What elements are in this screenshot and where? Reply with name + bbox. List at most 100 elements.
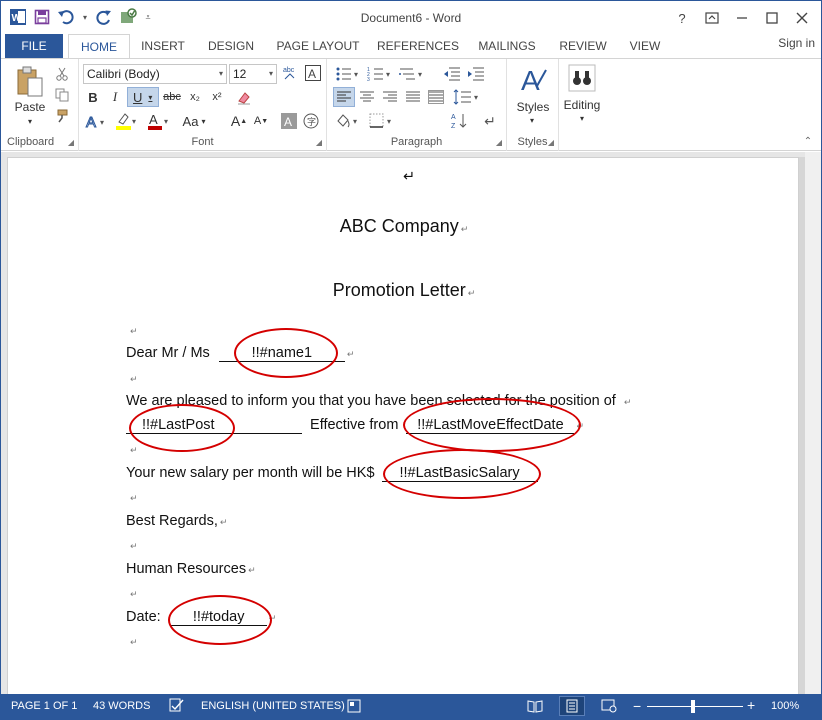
cut-icon[interactable] [53, 65, 71, 83]
company-heading[interactable]: ABC Company ↵ [8, 216, 800, 237]
superscript-button[interactable]: x² [207, 87, 227, 107]
help-button[interactable]: ? [669, 7, 695, 29]
effective-from-text: Effective from [310, 417, 399, 433]
font-name-combo[interactable]: Calibri (Body) ▾ [83, 64, 227, 84]
minimize-icon[interactable] [729, 7, 755, 29]
font-size-value: 12 [233, 67, 247, 81]
align-center-icon[interactable] [356, 87, 378, 107]
styles-launcher-icon[interactable]: ◢ [548, 138, 554, 147]
para-mark-1: ↵ [130, 326, 138, 336]
proofing-icon[interactable] [169, 698, 185, 715]
bold-button[interactable]: B [83, 87, 103, 107]
text-highlight-eraser-icon[interactable] [233, 87, 255, 107]
styles-button[interactable]: Styles [509, 99, 557, 115]
web-layout-icon[interactable] [601, 699, 617, 716]
strikethrough-button[interactable]: abc [161, 87, 183, 107]
align-right-icon[interactable] [379, 87, 401, 107]
clipboard-launcher-icon[interactable]: ◢ [68, 138, 74, 147]
svg-text:▾: ▾ [164, 117, 168, 126]
tab-design[interactable]: DESIGN [201, 34, 261, 58]
paste-button[interactable]: Paste [9, 99, 51, 115]
status-bar: PAGE 1 OF 1 43 WORDS ENGLISH (UNITED STA… [1, 694, 821, 719]
department-text: Human Resources [126, 561, 247, 577]
tab-insert[interactable]: INSERT [135, 34, 191, 58]
highlight-circle-salary [383, 449, 541, 499]
page-count[interactable]: PAGE 1 OF 1 [11, 700, 77, 712]
macro-record-icon[interactable] [347, 699, 361, 716]
justify-icon[interactable] [402, 87, 424, 107]
subscript-button[interactable]: x₂ [185, 87, 205, 107]
enclose-characters-icon[interactable]: 字 [301, 111, 321, 131]
zoom-level[interactable]: 100% [771, 700, 799, 712]
styles-gallery-icon[interactable]: A [515, 63, 551, 97]
borders-icon[interactable]: ▾ [367, 111, 397, 131]
character-shading-icon[interactable]: A [279, 111, 299, 131]
font-size-combo[interactable]: 12 ▾ [229, 64, 277, 84]
tab-file[interactable]: FILE [5, 34, 63, 58]
zoom-slider-track[interactable] [647, 706, 743, 707]
show-hide-marks-icon[interactable]: ↵ [479, 111, 501, 131]
underline-dropdown-icon[interactable]: ▾ [148, 93, 152, 102]
font-color-icon[interactable]: A ▾ [145, 111, 173, 131]
zoom-slider-thumb[interactable] [691, 700, 695, 713]
increase-indent-icon[interactable] [465, 64, 487, 84]
multilevel-list-icon[interactable]: ▾ [397, 64, 427, 84]
styles-dropdown-icon[interactable]: ▾ [525, 115, 539, 125]
font-launcher-icon[interactable]: ◢ [316, 138, 322, 147]
copy-icon[interactable] [53, 86, 71, 104]
maximize-icon[interactable] [759, 7, 785, 29]
font-size-dropdown-icon[interactable]: ▾ [269, 65, 273, 83]
editing-dropdown-icon[interactable]: ▾ [575, 113, 589, 123]
highlight-color-icon[interactable]: ▾ [113, 111, 141, 131]
letter-title[interactable]: Promotion Letter ↵ [8, 280, 800, 301]
regards-para-mark: ↵ [219, 517, 228, 527]
close-icon[interactable] [789, 7, 815, 29]
paste-icon[interactable] [11, 65, 49, 99]
paste-dropdown-icon[interactable]: ▾ [23, 116, 37, 126]
regards-line[interactable]: Best Regards, ↵ [126, 513, 326, 529]
sign-in-link[interactable]: Sign in [778, 36, 815, 50]
print-layout-icon[interactable] [559, 696, 585, 716]
grow-font-button[interactable]: A ▲ [229, 111, 249, 131]
align-left-icon[interactable] [333, 87, 355, 107]
tab-mailings[interactable]: MAILINGS [473, 34, 541, 58]
decrease-indent-icon[interactable] [441, 64, 463, 84]
document-page[interactable]: ↵ ABC Company ↵ Promotion Letter ↵ ↵ Dear … [7, 157, 799, 694]
italic-button[interactable]: I [105, 87, 125, 107]
editing-button[interactable]: Editing [559, 97, 605, 113]
sort-icon[interactable]: AZ [449, 111, 471, 131]
text-effects-icon[interactable]: A ▾ [83, 111, 109, 131]
collapse-ribbon-icon[interactable]: ⌃ [801, 135, 815, 147]
paragraph-launcher-icon[interactable]: ◢ [496, 138, 502, 147]
distributed-icon[interactable] [425, 87, 447, 107]
font-group-label: Font [191, 136, 214, 148]
character-border-icon[interactable]: A [303, 63, 323, 83]
ribbon-display-options-icon[interactable] [699, 7, 725, 29]
format-painter-icon[interactable] [53, 107, 71, 125]
bullets-icon[interactable]: ▾ [333, 64, 363, 84]
find-binoculars-icon[interactable] [565, 63, 599, 93]
font-name-dropdown-icon[interactable]: ▾ [219, 65, 223, 83]
shading-icon[interactable]: ▾ [333, 111, 363, 131]
line-spacing-icon[interactable]: ▾ [451, 87, 483, 107]
body-line-1[interactable]: We are pleased to inform you that you ha… [126, 393, 686, 409]
department-line[interactable]: Human Resources ↵ [126, 561, 326, 577]
clear-formatting-icon[interactable]: abc [281, 63, 301, 83]
change-case-dropdown-icon[interactable]: ▾ [201, 117, 205, 126]
tab-page-layout[interactable]: PAGE LAYOUT [273, 34, 363, 58]
numbering-icon[interactable]: 1 2 3 ▾ [365, 64, 395, 84]
zoom-in-icon[interactable]: + [747, 697, 755, 713]
tab-home[interactable]: HOME [68, 34, 130, 59]
vertical-scrollbar[interactable] [805, 152, 821, 694]
change-case-button[interactable]: Aa ▾ [177, 111, 211, 131]
read-mode-icon[interactable] [527, 699, 543, 716]
title-bar: W ▾ ⩡ Document6 - Word ? [1, 1, 821, 35]
zoom-out-icon[interactable]: − [633, 698, 641, 714]
shrink-font-button[interactable]: A ▼ [251, 111, 271, 131]
tab-review[interactable]: REVIEW [555, 34, 611, 58]
tab-view[interactable]: VIEW [623, 34, 667, 58]
underline-button[interactable]: U ▾ [127, 87, 159, 107]
tab-references[interactable]: REFERENCES [376, 34, 460, 58]
language-indicator[interactable]: ENGLISH (UNITED STATES) [201, 700, 345, 712]
word-count[interactable]: 43 WORDS [93, 700, 150, 712]
